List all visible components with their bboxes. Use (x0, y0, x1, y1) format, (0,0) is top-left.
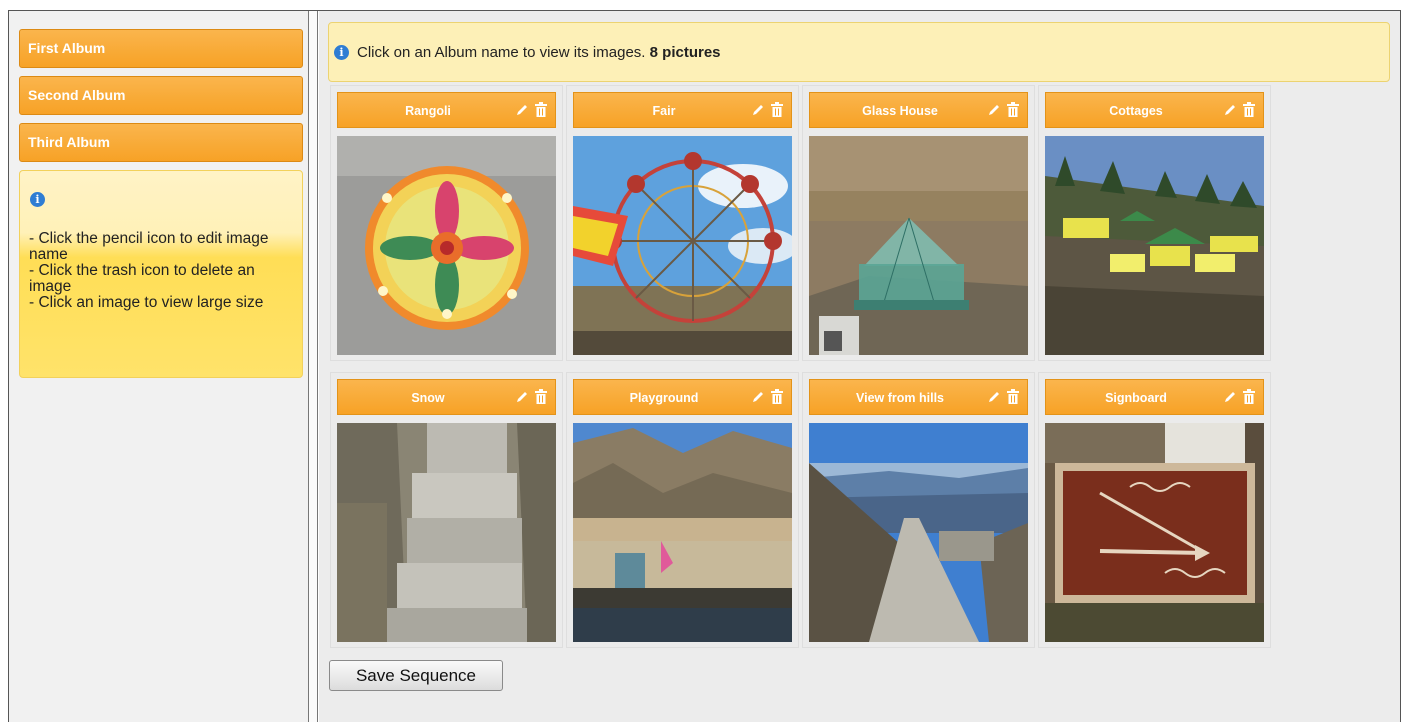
image-tile[interactable]: Fair (566, 85, 799, 361)
album-button-third[interactable]: Third Album (19, 123, 303, 162)
trash-icon[interactable] (1243, 389, 1255, 404)
image-title: Signboard (1105, 391, 1167, 405)
image-thumbnail-fair[interactable] (573, 136, 792, 355)
image-tile[interactable]: View from hills (802, 372, 1035, 648)
image-tile[interactable]: Signboard (1038, 372, 1271, 648)
image-thumbnail-signboard[interactable] (1045, 423, 1264, 642)
image-title: Rangoli (405, 104, 451, 118)
image-tile[interactable]: Rangoli (330, 85, 563, 361)
help-line-edit: - Click the pencil icon to edit image na… (29, 230, 269, 263)
trash-icon[interactable] (1007, 389, 1019, 404)
image-thumbnail-playground[interactable] (573, 423, 792, 642)
image-thumbnail-snow[interactable] (337, 423, 556, 642)
image-tile-header: Glass House (809, 92, 1028, 128)
help-line-delete: - Click the trash icon to delete an imag… (29, 262, 255, 295)
image-thumbnail-cottages[interactable] (1045, 136, 1264, 355)
image-title: Cottages (1109, 104, 1163, 118)
image-thumbnail-glass-house[interactable] (809, 136, 1028, 355)
trash-icon[interactable] (535, 389, 547, 404)
image-thumbnail-view-from-hills[interactable] (809, 423, 1028, 642)
image-tile[interactable]: Cottages (1038, 85, 1271, 361)
trash-icon[interactable] (1007, 102, 1019, 117)
image-tile-header: Cottages (1045, 92, 1264, 128)
image-tile-header: Rangoli (337, 92, 556, 128)
image-title: Glass House (862, 104, 938, 118)
image-title: Fair (652, 104, 676, 118)
trash-icon[interactable] (1243, 102, 1255, 117)
image-tile[interactable]: Playground (566, 372, 799, 648)
image-tile-header: Fair (573, 92, 792, 128)
pencil-icon[interactable] (515, 390, 529, 404)
pencil-icon[interactable] (1223, 390, 1237, 404)
image-title: View from hills (856, 391, 944, 405)
trash-icon[interactable] (771, 389, 783, 404)
pencil-icon[interactable] (987, 103, 1001, 117)
save-sequence-button[interactable]: Save Sequence (329, 660, 503, 691)
pencil-icon[interactable] (1223, 103, 1237, 117)
panel-splitter[interactable] (309, 11, 318, 722)
image-tile-header: Playground (573, 379, 792, 415)
pencil-icon[interactable] (751, 103, 765, 117)
image-tile-header: View from hills (809, 379, 1028, 415)
trash-icon[interactable] (771, 102, 783, 117)
image-tile-header: Signboard (1045, 379, 1264, 415)
trash-icon[interactable] (535, 102, 547, 117)
image-title: Playground (629, 391, 699, 405)
pencil-icon[interactable] (515, 103, 529, 117)
info-icon: i (30, 192, 45, 207)
image-tile[interactable]: Snow (330, 372, 563, 648)
info-bar: i Click on an Album name to view its ima… (328, 22, 1390, 82)
pencil-icon[interactable] (751, 390, 765, 404)
album-button-second[interactable]: Second Album (19, 76, 303, 115)
pencil-icon[interactable] (987, 390, 1001, 404)
help-box: i - Click the pencil icon to edit image … (19, 170, 303, 378)
info-icon: i (334, 45, 349, 60)
help-line-view: - Click an image to view large size (29, 294, 264, 311)
image-tile[interactable]: Glass House (802, 85, 1035, 361)
help-text: - Click the pencil icon to edit image na… (29, 231, 299, 311)
image-tile-header: Snow (337, 379, 556, 415)
picture-count: 8 pictures (649, 44, 721, 61)
album-button-first[interactable]: First Album (19, 29, 303, 68)
image-title: Snow (411, 391, 445, 405)
info-message-text: Click on an Album name to view its image… (357, 44, 646, 61)
info-message: Click on an Album name to view its image… (357, 44, 721, 61)
image-thumbnail-rangoli[interactable] (337, 136, 556, 355)
